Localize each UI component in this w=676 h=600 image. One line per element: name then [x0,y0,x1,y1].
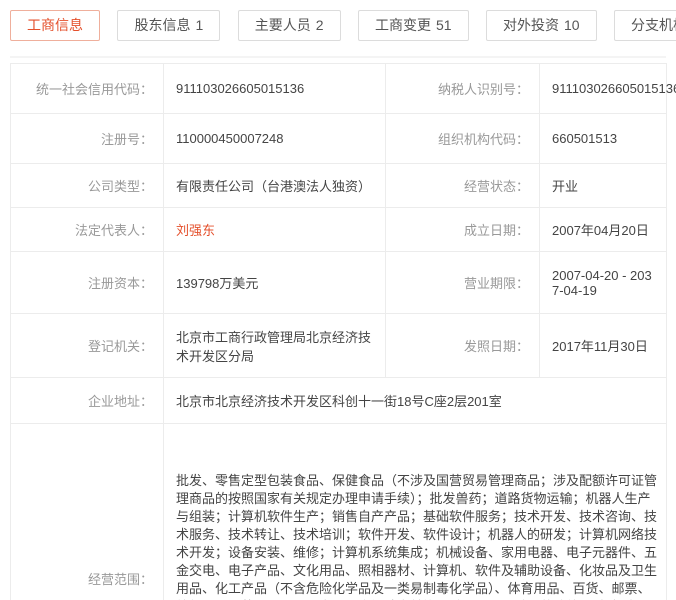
tab-shareholders[interactable]: 股东信息 1 [117,10,221,41]
tab-count: 1 [195,17,204,33]
label-organization-code: 组织机构代码： [385,113,540,164]
value-organization-code: 660501513 [539,113,667,164]
label-credit-code: 统一社会信用代码： [10,63,164,114]
value-business-scope: 批发、零售定型包装食品、保健食品（不涉及国营贸易管理商品；涉及配额许可证管理商品… [163,423,667,600]
tab-count: 10 [563,17,580,33]
label-business-term: 营业期限： [385,251,540,314]
label-license-issue-date: 发照日期： [385,313,540,378]
tab-label: 工商信息 [27,17,83,33]
tab-label: 对外投资 [502,17,559,33]
tab-outbound-investment[interactable]: 对外投资 10 [485,10,597,41]
tabbar-divider [10,56,666,58]
tab-label: 工商变更 [374,17,431,33]
tab-label: 主要人员 [254,17,311,33]
label-legal-representative: 法定代表人： [10,207,164,252]
label-company-address: 企业地址： [10,377,164,424]
value-registration-number: 110000450007248 [163,113,386,164]
label-registration-authority: 登记机关： [10,313,164,378]
table-row: 统一社会信用代码： 911103026605015136 纳税人识别号： 911… [10,63,676,114]
value-business-term: 2007-04-20 - 2037-04-19 [539,251,667,314]
table-row: 经营范围： 批发、零售定型包装食品、保健食品（不涉及国营贸易管理商品；涉及配额许… [10,423,667,600]
value-company-address: 北京市北京经济技术开发区科创十一街18号C座2层201室 [163,377,667,424]
table-row: 企业地址： 北京市北京经济技术开发区科创十一街18号C座2层201室 [10,377,667,424]
value-taxpayer-id: 911103026605015136 [539,63,676,114]
table-row: 注册资本： 139798万美元 营业期限： 2007-04-20 - 2037-… [10,251,667,314]
tab-label: 股东信息 [134,17,191,33]
label-registration-number: 注册号： [10,113,164,164]
value-establish-date: 2007年04月20日 [539,207,667,252]
table-row: 法定代表人： 刘强东 成立日期： 2007年04月20日 [10,207,667,252]
tab-count: 51 [435,17,452,33]
table-row: 公司类型： 有限责任公司（台港澳法人独资） 经营状态： 开业 [10,163,667,208]
value-operating-status: 开业 [539,163,667,208]
tab-key-personnel[interactable]: 主要人员 2 [237,10,341,41]
business-info-table: 统一社会信用代码： 911103026605015136 纳税人识别号： 911… [10,63,676,600]
value-credit-code: 911103026605015136 [163,63,386,114]
table-row: 注册号： 110000450007248 组织机构代码： 660501513 [10,113,667,164]
label-establish-date: 成立日期： [385,207,540,252]
value-company-type: 有限责任公司（台港澳法人独资） [163,163,386,208]
tab-count: 2 [315,17,324,33]
label-business-scope: 经营范围： [10,423,164,600]
table-row: 登记机关： 北京市工商行政管理局北京经济技术开发区分局 发照日期： 2017年1… [10,313,667,378]
tab-branches[interactable]: 分支机构6 [614,10,676,41]
tab-business-info[interactable]: 工商信息 [10,10,100,41]
tab-label: 分支机构 [631,17,676,33]
label-taxpayer-id: 纳税人识别号： [385,63,540,114]
label-operating-status: 经营状态： [385,163,540,208]
label-company-type: 公司类型： [10,163,164,208]
tab-registration-changes[interactable]: 工商变更 51 [357,10,469,41]
legal-representative-link[interactable]: 刘强东 [176,223,215,238]
value-registered-capital: 139798万美元 [163,251,386,314]
section-tabbar: 工商信息 股东信息1 主要人员2 工商变更51 对外投资10 分支机构6 公司简… [0,0,676,58]
value-license-issue-date: 2017年11月30日 [539,313,667,378]
value-registration-authority: 北京市工商行政管理局北京经济技术开发区分局 [163,313,386,378]
label-registered-capital: 注册资本： [10,251,164,314]
